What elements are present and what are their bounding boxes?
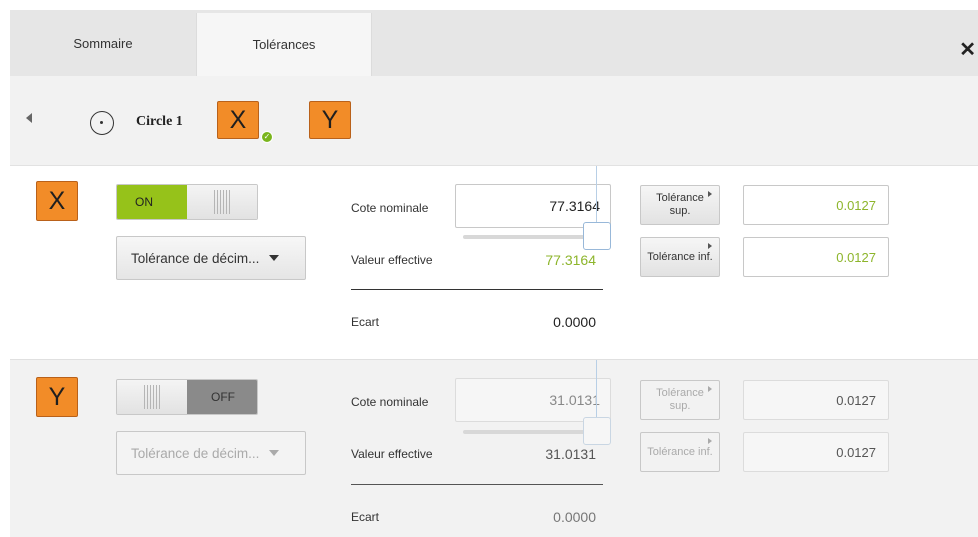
axis-x-button[interactable]: X — [217, 101, 259, 139]
button-label: Tolérance inf. — [647, 445, 713, 458]
cote-nominale-label: Cote nominale — [351, 395, 429, 409]
x-ecart-value: 0.0000 — [553, 314, 596, 330]
y-tolerance-inf-input[interactable]: 0.0127 — [743, 432, 889, 472]
back-arrow-icon[interactable] — [26, 113, 32, 123]
y-slider-thumb[interactable] — [583, 417, 611, 445]
y-tolerance-panel: Y OFF Tolérance de décim... Cote nominal… — [10, 359, 978, 537]
y-tolerance-sup-input[interactable]: 0.0127 — [743, 380, 889, 420]
toggle-grip — [117, 380, 187, 414]
circle-feature-icon — [90, 111, 114, 135]
ecart-label: Ecart — [351, 510, 380, 524]
button-label: Tolérance sup. — [656, 192, 704, 217]
cote-nominale-label: Cote nominale — [351, 201, 429, 215]
feature-name: Circle 1 — [136, 114, 183, 129]
y-tolerance-type-dropdown[interactable]: Tolérance de décim... — [116, 431, 306, 475]
toggle-grip — [187, 185, 257, 219]
tab-tolerances[interactable]: Tolérances — [196, 13, 372, 76]
axis-y-button[interactable]: Y — [309, 101, 351, 139]
y-ecart-value: 0.0000 — [553, 509, 596, 525]
x-tolerance-sup-button[interactable]: Tolérance sup. — [640, 185, 720, 225]
check-badge-icon: ✓ — [261, 131, 273, 143]
button-label: Tolérance sup. — [656, 387, 704, 412]
caret-down-icon — [269, 255, 280, 261]
expand-arrow-icon — [708, 243, 712, 249]
x-tolerance-inf-input[interactable]: 0.0127 — [743, 237, 889, 277]
separator — [351, 484, 603, 485]
y-tolerance-inf-button[interactable]: Tolérance inf. — [640, 432, 720, 472]
x-tolerance-inf-button[interactable]: Tolérance inf. — [640, 237, 720, 277]
caret-down-icon — [269, 450, 280, 456]
input-value: 31.0131 — [549, 392, 600, 408]
x-tolerance-type-dropdown[interactable]: Tolérance de décim... — [116, 236, 306, 280]
ecart-label: Ecart — [351, 315, 380, 329]
slider-guide-line — [596, 360, 597, 422]
valeur-effective-label: Valeur effective — [351, 447, 433, 461]
y-tolerance-sup-button[interactable]: Tolérance sup. — [640, 380, 720, 420]
close-icon[interactable]: ✕ — [959, 40, 976, 60]
toggle-off-label: OFF — [186, 380, 257, 414]
x-slider-thumb[interactable] — [583, 222, 611, 250]
axis-y-label: Y — [36, 377, 78, 417]
tolerance-dialog: Sommaire Tolérances ✕ Circle 1 X ✓ Y X O… — [0, 0, 978, 537]
x-slider-track[interactable] — [463, 235, 598, 239]
tab-sommaire[interactable]: Sommaire — [10, 10, 196, 76]
x-valeur-effective-value: 77.3164 — [545, 252, 596, 268]
y-slider-track[interactable] — [463, 430, 598, 434]
axis-x-label: X — [36, 181, 78, 221]
toggle-on-label: ON — [117, 185, 188, 219]
expand-arrow-icon — [708, 438, 712, 444]
y-valeur-effective-value: 31.0131 — [545, 446, 596, 462]
input-value: 0.0127 — [836, 392, 876, 408]
x-on-off-toggle[interactable]: ON — [116, 184, 258, 220]
input-value: 0.0127 — [836, 444, 876, 460]
x-tolerance-sup-input[interactable]: 0.0127 — [743, 185, 889, 225]
y-cote-nominale-input[interactable]: 31.0131 — [455, 378, 611, 422]
input-value: 0.0127 — [836, 197, 876, 213]
expand-arrow-icon — [708, 386, 712, 392]
separator — [351, 289, 603, 290]
tab-bar: Sommaire Tolérances ✕ — [10, 10, 978, 76]
button-label: Tolérance inf. — [647, 250, 713, 263]
x-tolerance-panel: X ON Tolérance de décim... Cote nominale… — [10, 166, 978, 359]
slider-guide-line — [596, 166, 597, 228]
y-on-off-toggle[interactable]: OFF — [116, 379, 258, 415]
dropdown-label: Tolérance de décim... — [131, 250, 260, 266]
feature-header: Circle 1 X ✓ Y — [10, 76, 978, 166]
input-value: 0.0127 — [836, 249, 876, 265]
expand-arrow-icon — [708, 191, 712, 197]
dropdown-label: Tolérance de décim... — [131, 445, 260, 461]
valeur-effective-label: Valeur effective — [351, 253, 433, 267]
input-value: 77.3164 — [549, 198, 600, 214]
